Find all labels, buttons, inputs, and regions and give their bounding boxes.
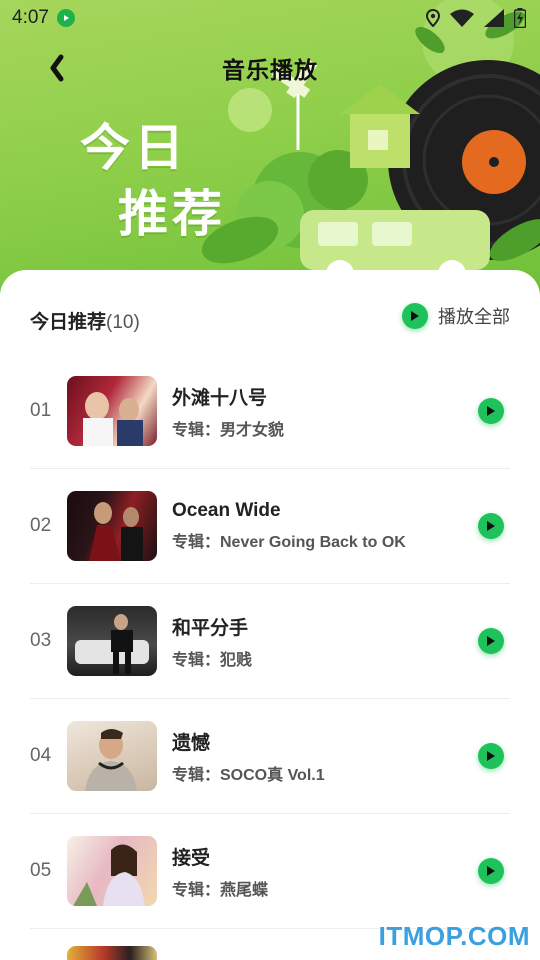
- song-list-panel: 今日推荐 (10) 播放全部 01 外滩十八号 专辑：男才女貌 02 Ocean…: [0, 270, 540, 960]
- list-header: 今日推荐 (10) 播放全部: [30, 303, 510, 336]
- song-row[interactable]: 02 Ocean Wide 专辑：Never Going Back to OK: [30, 469, 510, 584]
- song-album: 专辑：燕尾蝶: [172, 881, 269, 899]
- song-row[interactable]: 03 和平分手 专辑：犯贱: [30, 584, 510, 699]
- play-all-button[interactable]: 播放全部: [402, 303, 510, 329]
- song-index: 01: [30, 400, 52, 421]
- album-cover: [67, 491, 157, 561]
- back-chevron-icon: [50, 54, 64, 82]
- location-icon: [426, 9, 440, 27]
- song-name: 和平分手: [172, 617, 249, 639]
- play-all-label: 播放全部: [438, 307, 510, 327]
- album-cover: [67, 376, 157, 446]
- song-album: 专辑：Never Going Back to OK: [172, 534, 406, 551]
- song-play-button[interactable]: [478, 398, 504, 424]
- song-row[interactable]: 01 外滩十八号 专辑：男才女貌: [30, 354, 510, 469]
- song-album: 专辑：犯贱: [172, 651, 253, 669]
- album-cover: [67, 606, 157, 676]
- song-list: 01 外滩十八号 专辑：男才女貌 02 Ocean Wide 专辑：Never …: [30, 354, 510, 929]
- song-meta: 和平分手 专辑：犯贱: [172, 613, 478, 670]
- song-row[interactable]: 05 接受 专辑：燕尾蝶: [30, 814, 510, 929]
- album-cover: [67, 721, 157, 791]
- song-meta: 外滩十八号 专辑：男才女貌: [172, 383, 478, 440]
- list-title-text: 今日推荐: [30, 311, 107, 333]
- watermark: ITMOP.COM: [378, 921, 530, 951]
- battery-icon: [514, 8, 526, 28]
- song-play-button[interactable]: [478, 743, 504, 769]
- album-cover: [67, 836, 157, 906]
- song-album: 专辑：男才女貌: [172, 421, 285, 439]
- status-time: 4:07: [12, 7, 49, 28]
- song-index: 05: [30, 860, 52, 881]
- app-notification-icon: [56, 9, 75, 27]
- song-meta: 遗憾 专辑：SOCO真 Vol.1: [172, 728, 478, 785]
- top-bar: 音乐播放: [0, 44, 540, 92]
- back-button[interactable]: [40, 50, 74, 86]
- song-play-button[interactable]: [478, 628, 504, 654]
- song-index: 04: [30, 745, 52, 766]
- song-play-button[interactable]: [478, 858, 504, 884]
- signal-icon: [484, 9, 504, 27]
- song-index: 02: [30, 515, 52, 536]
- song-play-button[interactable]: [478, 513, 504, 539]
- list-count: (10): [106, 311, 140, 333]
- song-album: 专辑：SOCO真 Vol.1: [172, 766, 325, 784]
- song-name: 外滩十八号: [172, 387, 268, 409]
- song-meta: 接受 专辑：燕尾蝶: [172, 843, 478, 900]
- song-meta: Ocean Wide 专辑：Never Going Back to OK: [172, 500, 478, 552]
- play-all-icon: [402, 303, 428, 329]
- song-row[interactable]: 04 遗憾 专辑：SOCO真 Vol.1: [30, 699, 510, 814]
- song-name: 接受: [172, 847, 211, 869]
- hero-banner: 4:07 音乐播放 今日 推荐: [0, 0, 540, 300]
- status-bar: 4:07: [0, 0, 540, 36]
- list-title: 今日推荐 (10): [30, 307, 140, 334]
- album-cover-partial: [67, 946, 157, 960]
- song-name: 遗憾: [172, 732, 211, 754]
- song-name: Ocean Wide: [172, 500, 281, 521]
- hero-title-line1: 今日: [80, 119, 188, 177]
- wifi-icon: [450, 9, 474, 27]
- page-title: 音乐播放: [222, 57, 318, 83]
- hero-title-line2: 推荐: [118, 185, 226, 243]
- song-index: 03: [30, 630, 52, 651]
